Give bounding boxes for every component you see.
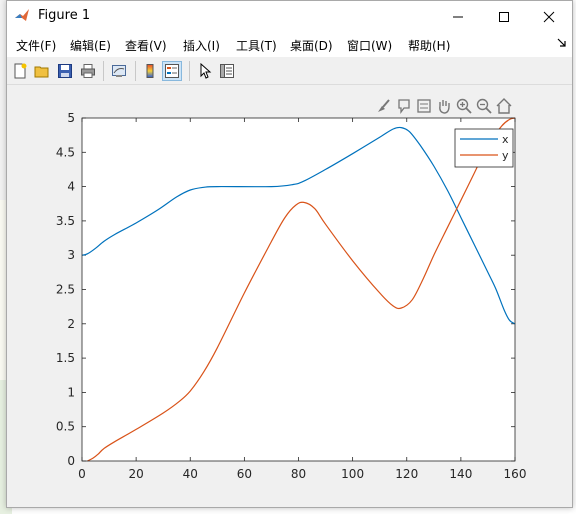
y-tick-label: 3.5 — [56, 214, 75, 228]
y-tick-label: 4 — [67, 180, 75, 194]
legend-label-y: y — [502, 149, 509, 162]
y-tick-label: 0 — [67, 454, 75, 468]
y-tick-label: 2.5 — [56, 283, 75, 297]
legend-label-x: x — [502, 133, 509, 146]
y-tick-label: 1 — [67, 385, 75, 399]
figure-window: Figure 1 文件(F) 编辑(E) 查看(V) 插入(I) 工具(T) 桌… — [6, 0, 573, 508]
y-tick-label: 4.5 — [56, 145, 75, 159]
x-tick-label: 80 — [291, 467, 306, 481]
plot-canvas: 0 20 40 60 80 100 120 140 160 0 0.5 1 1.5 2 2.5 3 3.5 4 4.… — [56, 111, 527, 481]
y-tick-label: 2 — [67, 317, 75, 331]
x-tick-label: 100 — [341, 467, 364, 481]
y-tick-label: 1.5 — [56, 351, 75, 365]
y-tick-label: 3 — [67, 248, 75, 262]
x-tick-label: 60 — [237, 467, 252, 481]
x-tick-label: 160 — [504, 467, 527, 481]
x-tick-label: 0 — [78, 467, 86, 481]
y-tick-label: 0.5 — [56, 420, 75, 434]
x-tick-label: 40 — [183, 467, 198, 481]
x-tick-label: 20 — [128, 467, 143, 481]
x-tick-label: 120 — [395, 467, 418, 481]
x-tick-label: 140 — [449, 467, 472, 481]
y-tick-label: 5 — [67, 111, 75, 125]
axes-background — [82, 118, 515, 461]
